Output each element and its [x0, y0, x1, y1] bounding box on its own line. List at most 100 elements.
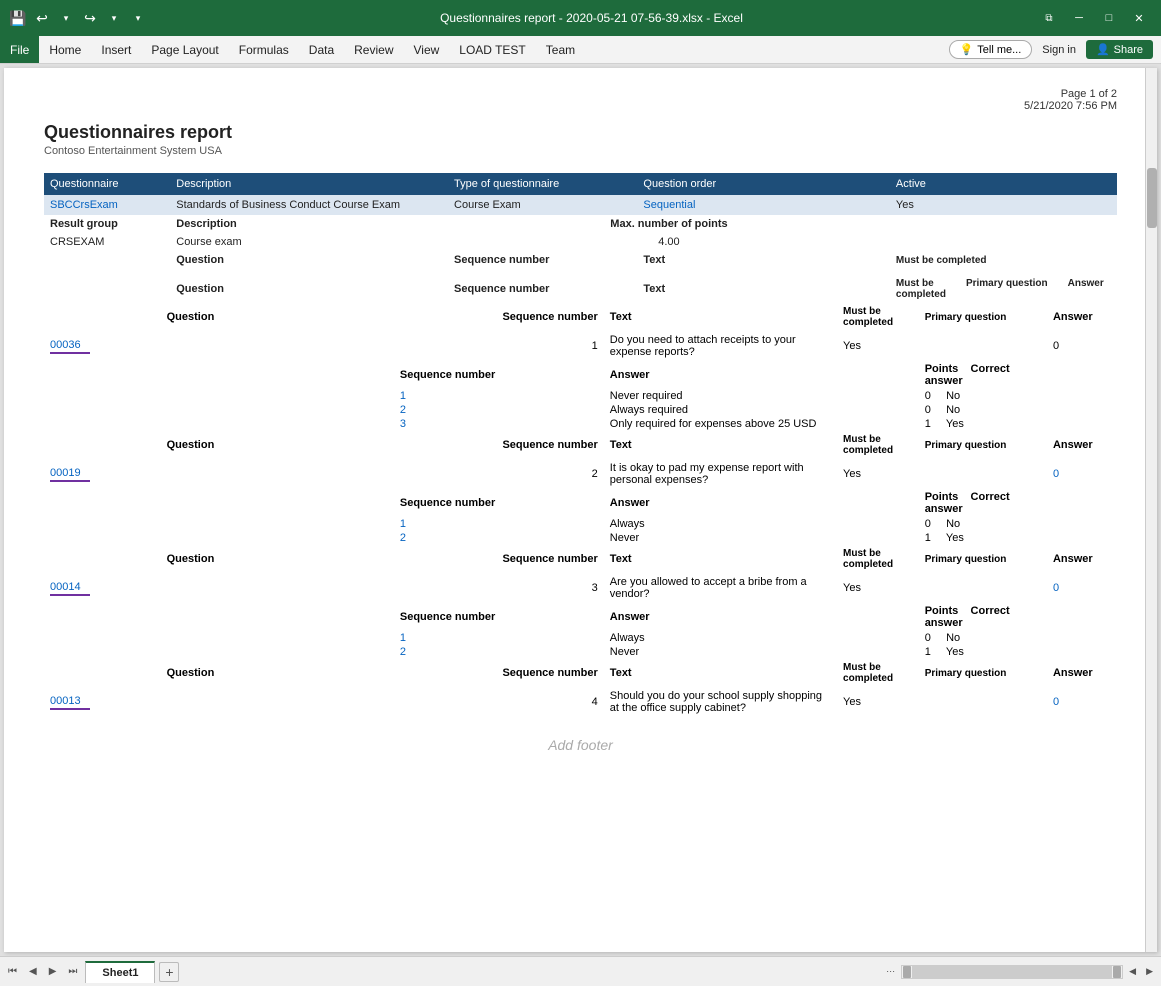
q2-code: 00019	[50, 467, 90, 482]
window-controls[interactable]: ⧉ ─ □ ✕	[1035, 8, 1153, 28]
th-type: Type of questionnaire	[448, 173, 637, 195]
add-sheet-button[interactable]: +	[159, 962, 179, 982]
table-header-row: Questionnaire Description Type of questi…	[44, 173, 1117, 195]
q3-id-link[interactable]: 00014	[50, 581, 81, 593]
vertical-scrollbar[interactable]	[1145, 68, 1157, 952]
result-values-row: CRSEXAM Course exam 4.00	[44, 233, 1117, 251]
tab-next-btn[interactable]: ▶	[45, 964, 61, 979]
result-group-row: Result group Description Max. number of …	[44, 215, 1117, 233]
q1-a1-seq[interactable]: 1	[394, 389, 546, 403]
sheet1-label: Sheet1	[102, 967, 138, 979]
h-scroll-right-btn[interactable]	[1113, 966, 1121, 978]
menu-review[interactable]: Review	[344, 36, 403, 63]
restore-down-btn[interactable]: ⧉	[1035, 8, 1063, 28]
menu-data[interactable]: Data	[299, 36, 344, 63]
q1-id-link[interactable]: 00036	[50, 339, 81, 351]
ribbon-right: 💡 Tell me... Sign in 👤 Share	[949, 40, 1161, 59]
menu-insert[interactable]: Insert	[91, 36, 141, 63]
menu-page-layout[interactable]: Page Layout	[141, 36, 228, 63]
h-scroll-right-arrow[interactable]: ▶	[1142, 966, 1157, 977]
q1-row: 00036 1 Do you need to attach receipts t…	[44, 331, 1117, 361]
q4-section-header: Question Sequence number Text Must be co…	[44, 659, 1117, 687]
menu-formulas[interactable]: Formulas	[229, 36, 299, 63]
q-order: Sequential	[637, 195, 890, 215]
maximize-btn[interactable]: □	[1095, 8, 1123, 28]
th-questionnaire: Questionnaire	[44, 173, 170, 195]
menu-file[interactable]: File	[0, 36, 39, 63]
q-description: Standards of Business Conduct Course Exa…	[170, 195, 448, 215]
q2-id-link[interactable]: 00019	[50, 467, 81, 479]
menu-team[interactable]: Team	[536, 36, 585, 63]
q3-code: 00014	[50, 581, 90, 596]
order-link[interactable]: Sequential	[643, 199, 695, 211]
result-desc-label: Description	[170, 215, 448, 233]
h-scroll-left-btn[interactable]	[903, 966, 911, 978]
minimize-btn[interactable]: ─	[1065, 8, 1093, 28]
h-scroll-track[interactable]	[912, 966, 1112, 978]
title-bar-controls[interactable]: 💾 ↩ ▾ ↪ ▾ ▾	[8, 8, 148, 28]
close-btn[interactable]: ✕	[1125, 8, 1153, 28]
q3-ans-header: Sequence number Answer Points Correct an…	[44, 603, 1117, 631]
customize-icon[interactable]: ▾	[128, 8, 148, 28]
lightbulb-icon: 💡	[960, 43, 974, 56]
sheet1-tab[interactable]: Sheet1	[85, 961, 155, 983]
tab-last-btn[interactable]: ⏭	[64, 964, 81, 979]
share-button[interactable]: 👤 Share	[1086, 40, 1153, 59]
redo-icon[interactable]: ↪	[80, 8, 100, 28]
h-scroll-thumb[interactable]	[912, 966, 1112, 978]
q1-a2-seq[interactable]: 2	[394, 403, 546, 417]
q3-row: 00014 3 Are you allowed to accept a brib…	[44, 573, 1117, 603]
report-subtitle: Contoso Entertainment System USA	[44, 145, 1117, 157]
questionnaire-data-row: SBCCrsExam Standards of Business Conduct…	[44, 195, 1117, 215]
q1-ans2: 2 Always required 0 No	[44, 403, 1117, 417]
q1-header-row: Question Sequence number Text Must be co…	[44, 251, 1117, 269]
q4-code: 00013	[50, 695, 90, 710]
max-points-label: Max. number of points	[448, 215, 890, 233]
undo-dropdown[interactable]: ▾	[56, 8, 76, 28]
scrollbar-thumb[interactable]	[1147, 168, 1157, 228]
page-number: Page 1 of 2	[44, 88, 1117, 100]
result-val-empty	[890, 233, 1117, 251]
footer-placeholder[interactable]: Add footer	[44, 717, 1117, 763]
people-icon: 👤	[1096, 43, 1110, 56]
add-footer-text: Add footer	[548, 737, 613, 753]
undo-icon[interactable]: ↩	[32, 8, 52, 28]
menu-home[interactable]: Home	[39, 36, 91, 63]
report-title: Questionnaires report	[44, 122, 1117, 143]
tab-bar: ⏮ ◀ ▶ ⏭ Sheet1 + ⋯ ◀ ▶	[0, 956, 1161, 986]
tab-bar-right: ⋯ ◀ ▶	[882, 965, 1157, 979]
primary-col: Primary question	[966, 278, 1048, 300]
h-scrollbar[interactable]	[901, 965, 1123, 979]
tab-first-btn[interactable]: ⏮	[4, 964, 21, 979]
q1-ans3: 3 Only required for expenses above 25 US…	[44, 417, 1117, 431]
q1-section-header: Question Sequence number Text Must be co…	[44, 303, 1117, 331]
questionnaire-link[interactable]: SBCCrsExam	[50, 199, 118, 211]
share-label: Share	[1114, 44, 1143, 56]
q1-must-label: Must be completed	[890, 251, 1117, 269]
h-scroll-left-arrow[interactable]: ◀	[1125, 966, 1140, 977]
q1-col-headers: Question Sequence number Text Must becom…	[44, 275, 1117, 303]
q4-row: 00013 4 Should you do your school supply…	[44, 687, 1117, 717]
q3-underline	[50, 594, 90, 596]
result-empty	[890, 215, 1117, 233]
crsexam-val: CRSEXAM	[44, 233, 170, 251]
q1-code: 00036	[50, 339, 90, 354]
ribbon-menu: File Home Insert Page Layout Formulas Da…	[0, 36, 1161, 64]
q1-a3-seq[interactable]: 3	[394, 417, 546, 431]
tell-me-label: Tell me...	[977, 44, 1021, 56]
q2-row: 00019 2 It is okay to pad my expense rep…	[44, 459, 1117, 489]
main-table: Questionnaire Description Type of questi…	[44, 173, 1117, 303]
redo-dropdown[interactable]: ▾	[104, 8, 124, 28]
save-icon[interactable]: 💾	[8, 8, 28, 28]
tell-me-button[interactable]: 💡 Tell me...	[949, 40, 1033, 59]
menu-view[interactable]: View	[404, 36, 450, 63]
q4-id-link[interactable]: 00013	[50, 695, 81, 707]
tab-prev-btn[interactable]: ◀	[25, 964, 41, 979]
spreadsheet-area: Page 1 of 2 5/21/2020 7:56 PM Questionna…	[0, 64, 1161, 956]
page-header: Page 1 of 2 5/21/2020 7:56 PM	[44, 88, 1117, 112]
sign-in-button[interactable]: Sign in	[1036, 42, 1082, 58]
q-type: Course Exam	[448, 195, 637, 215]
tab-options: ⋯	[882, 966, 899, 977]
menu-load-test[interactable]: LOAD TEST	[449, 36, 535, 63]
th-description: Description	[170, 173, 448, 195]
